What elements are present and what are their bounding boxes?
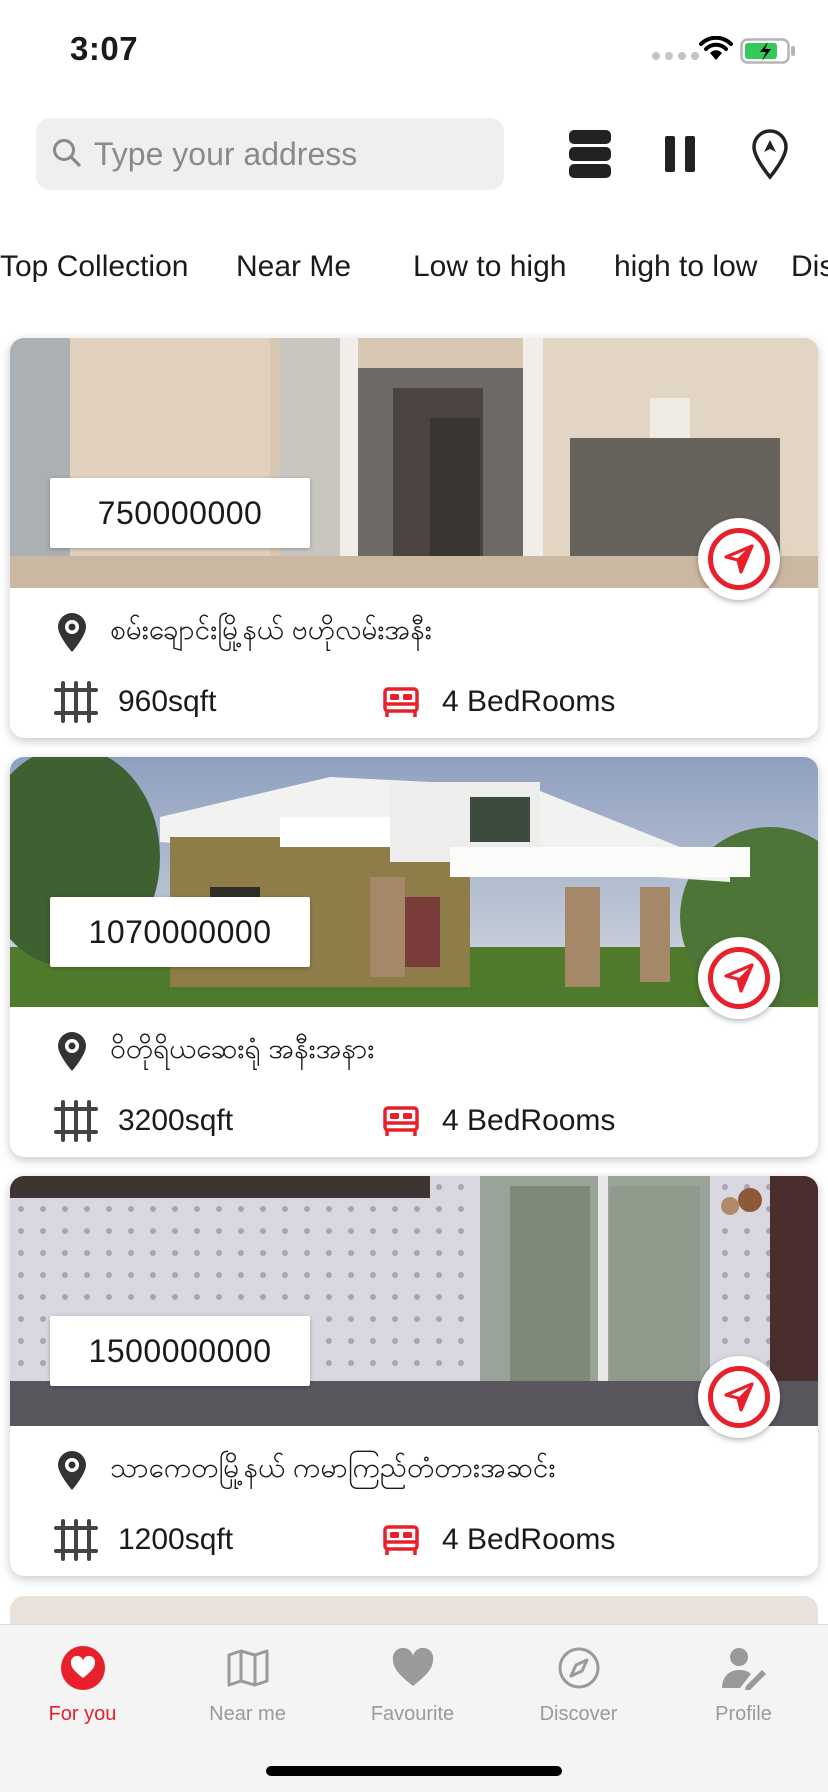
navigate-button[interactable]: [698, 518, 780, 600]
filter-tabs: Top Collection Near Me Low to high high …: [0, 240, 828, 296]
address-row: စမ်းချောင်းမြို့နယ် ဗဟိုလမ်းအနီး: [54, 608, 432, 656]
bed-icon: [383, 1106, 419, 1136]
location-pin-icon: [58, 613, 86, 652]
bedrooms-row: 4 BedRooms: [382, 1099, 615, 1143]
navigate-button[interactable]: [698, 1356, 780, 1438]
listing-address: သာကေတမြို့နယ် ကမာကြည်တံတားအဆင်း: [110, 1452, 556, 1483]
tab-for-you[interactable]: For you: [0, 1637, 165, 1747]
home-indicator[interactable]: [266, 1766, 562, 1776]
listing-bedrooms: 4 BedRooms: [442, 685, 616, 718]
listing-address: စမ်းချောင်းမြို့နယ် ဗဟိုလမ်းအနီး: [110, 614, 432, 645]
price-tag: 1500000000: [50, 1316, 310, 1386]
listing-size: 3200sqft: [118, 1104, 234, 1137]
list-view-button[interactable]: [562, 126, 618, 182]
address-row: သာကေတမြို့နယ် ကမာကြည်တံတားအဆင်း: [54, 1446, 556, 1494]
battery-charging-icon: [740, 38, 795, 64]
address-row: ဝိတိုရိယဆေးရုံ အနီးအနား: [54, 1027, 375, 1075]
bed-icon: [383, 1525, 419, 1555]
filter-near-me[interactable]: Near Me: [236, 250, 351, 284]
search-bar: [36, 118, 504, 190]
filter-low-to-high[interactable]: Low to high: [413, 250, 566, 284]
status-bar: 3:07: [0, 0, 828, 100]
tab-profile[interactable]: Profile: [661, 1637, 826, 1747]
filter-top-collection[interactable]: Top Collection: [0, 250, 188, 284]
status-time: 3:07: [70, 30, 139, 67]
listing-card[interactable]: 1070000000 ဝိတိုရိယဆေးရုံ အနီးအနား 3200s…: [10, 757, 818, 1157]
price-tag: 750000000: [50, 478, 310, 548]
filter-high-to-low[interactable]: high to low: [614, 250, 757, 284]
address-search-input[interactable]: [94, 118, 494, 190]
listing-size: 1200sqft: [118, 1523, 234, 1556]
heart-icon: [392, 1648, 433, 1686]
tab-label: Near me: [209, 1703, 286, 1725]
user-edit-icon: [721, 1648, 766, 1690]
tab-favourite[interactable]: Favourite: [330, 1637, 495, 1747]
area-grid-icon: [54, 1519, 98, 1561]
listing-card[interactable]: 1500000000 သာကေတမြို့နယ် ကမာကြည်တံတားအဆင…: [10, 1176, 818, 1576]
bedrooms-row: 4 BedRooms: [382, 680, 615, 724]
listing-bedrooms: 4 BedRooms: [442, 1104, 616, 1137]
listing-photo: [10, 1176, 818, 1426]
area-grid-icon: [54, 681, 98, 723]
tab-label: Profile: [715, 1703, 772, 1725]
listing-bedrooms: 4 BedRooms: [442, 1523, 616, 1556]
tab-label: Favourite: [370, 1703, 455, 1725]
search-icon: [53, 139, 81, 167]
list-view-icon: [569, 130, 611, 178]
map-icon: [227, 1649, 268, 1687]
navigate-button[interactable]: [698, 937, 780, 1019]
listing-size: 960sqft: [118, 685, 217, 718]
location-pin-icon: [58, 1032, 86, 1071]
app-screen: 3:07 Type your address Top Collection Ne…: [0, 0, 828, 1792]
listing-photo: [10, 338, 818, 588]
bed-icon: [383, 687, 419, 717]
wifi-icon: [699, 36, 733, 60]
price-tag: 1070000000: [50, 897, 310, 967]
area-grid-icon: [54, 1100, 98, 1142]
bedrooms-row: 4 BedRooms: [382, 1518, 615, 1562]
cellular-signal-icon: [652, 52, 699, 60]
compass-icon: [558, 1647, 599, 1689]
listing-photo: [10, 757, 818, 1007]
filter-discount[interactable]: Dis: [791, 250, 828, 284]
navigation-arrow-icon: [724, 1382, 754, 1412]
tab-label: For you: [48, 1703, 117, 1725]
heart-circle-icon: [60, 1646, 105, 1690]
location-pin-icon: [58, 1451, 86, 1490]
navigation-arrow-icon: [724, 963, 754, 993]
location-button[interactable]: [742, 126, 798, 182]
pause-icon: [665, 136, 695, 172]
location-pin-icon: [752, 129, 788, 180]
listing-card[interactable]: 750000000 စမ်းချောင်းမြို့နယ် ဗဟိုလမ်းအန…: [10, 338, 818, 738]
size-row: 3200sqft: [52, 1099, 233, 1143]
tab-near-me[interactable]: Near me: [165, 1637, 330, 1747]
size-row: 960sqft: [52, 680, 216, 724]
size-row: 1200sqft: [52, 1518, 233, 1562]
navigation-arrow-icon: [724, 544, 754, 574]
pause-button[interactable]: [652, 126, 708, 182]
listing-address: ဝိတိုရိယဆေးရုံ အနီးအနား: [110, 1033, 375, 1064]
tab-discover[interactable]: Discover: [496, 1637, 661, 1747]
tab-label: Discover: [539, 1703, 618, 1725]
